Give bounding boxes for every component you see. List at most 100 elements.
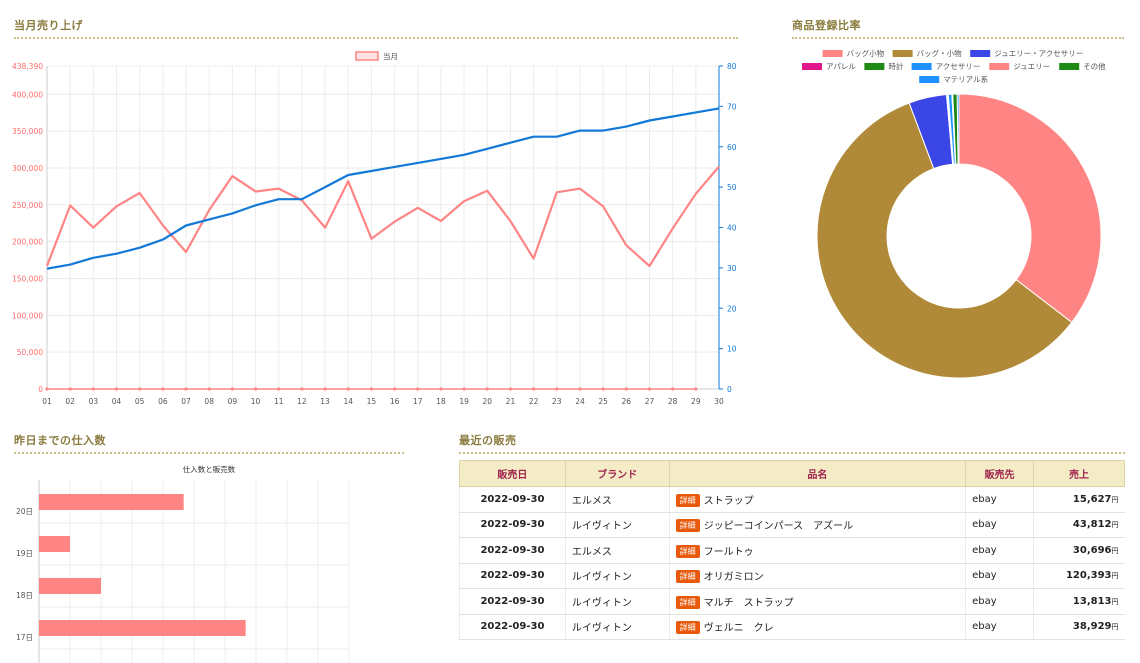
- x-tick-label: 15: [367, 397, 377, 406]
- col-header-brand[interactable]: ブランド: [564, 460, 670, 487]
- zero-line-point: [694, 387, 698, 391]
- detail-button[interactable]: 詳細: [675, 621, 700, 635]
- y-left-tick-label: 350,000: [12, 127, 43, 136]
- sale-brand: ルイヴィトン: [564, 512, 670, 538]
- purchases-chart: 仕入数と販売数 20日 19日 18日 17日: [16, 464, 350, 663]
- y-left-tick-label: 0: [38, 385, 43, 394]
- detail-button[interactable]: 詳細: [675, 519, 700, 533]
- x-tick-label: 01: [42, 397, 52, 406]
- pie-slice: [958, 93, 1102, 324]
- detail-button[interactable]: 詳細: [675, 570, 700, 584]
- zero-line-point: [277, 387, 281, 391]
- legend-label: バッグ・小物: [917, 48, 962, 58]
- x-tick-label: 10: [251, 397, 261, 406]
- zero-line-point: [416, 387, 420, 391]
- x-tick-label: 16: [390, 397, 400, 406]
- x-tick-label: 20: [483, 397, 493, 406]
- zero-line-point: [647, 387, 652, 391]
- zero-line-point: [462, 387, 466, 391]
- bar-chart-title: 仕入数と販売数: [183, 464, 236, 474]
- y-right-tick-label: 10: [727, 345, 737, 354]
- y-left-tick-label: 250,000: [12, 201, 43, 210]
- bar: [39, 578, 101, 594]
- sale-amount: 30,696円: [1033, 537, 1125, 564]
- zero-line-point: [439, 387, 443, 391]
- col-header-date[interactable]: 販売日: [459, 460, 566, 487]
- x-tick-label: 11: [274, 397, 284, 406]
- sales-line: [45, 165, 720, 268]
- x-tick-label: 23: [552, 397, 562, 406]
- product-ratio-title: 商品登録比率: [792, 17, 1124, 39]
- legend-swatch: [822, 50, 843, 57]
- recent-sales-panel: 最近の販売: [459, 432, 1125, 454]
- col-header-item[interactable]: 品名: [668, 460, 967, 487]
- x-tick-label: 04: [112, 397, 122, 406]
- purchases-title: 昨日までの仕入数: [14, 432, 404, 454]
- sale-destination: ebay: [965, 588, 1034, 615]
- zero-line-point: [138, 387, 142, 391]
- sale-brand: ルイヴィトン: [564, 588, 670, 615]
- table-row: 2022-09-30 ルイヴィトン 詳細 ジッピーコインパース アズール ebay 43,…: [459, 512, 1125, 538]
- zero-line-point: [68, 387, 72, 391]
- detail-button[interactable]: 詳細: [675, 595, 700, 609]
- legend-swatch: [989, 63, 1010, 70]
- x-tick-label: 03: [89, 397, 99, 406]
- sale-brand: エルメス: [564, 537, 670, 564]
- col-header-destination[interactable]: 販売先: [965, 460, 1035, 487]
- y-left-tick-label: 200,000: [12, 238, 43, 247]
- sale-amount-unit: 円: [1111, 623, 1119, 632]
- sale-date: 2022-09-30: [459, 563, 566, 589]
- y-left-tick-label: 300,000: [12, 164, 43, 173]
- legend-swatch: [802, 63, 822, 70]
- legend-label: アパレル: [826, 62, 856, 71]
- sale-item-name: ジッピーコインパース アズール: [703, 521, 854, 533]
- legend-label: バッグ小物: [847, 48, 885, 58]
- table-row: 2022-09-30 ルイヴィトン 詳細 オリガミロン ebay 120,393円: [459, 563, 1125, 589]
- sale-amount-value: 15,627: [1072, 493, 1112, 505]
- detail-button[interactable]: 詳細: [675, 493, 700, 507]
- col-header-amount[interactable]: 売上: [1033, 460, 1125, 487]
- sale-amount-unit: 円: [1111, 546, 1119, 555]
- table-header-row: 販売日 ブランド 品名 販売先 売上: [459, 460, 1125, 487]
- x-tick-label: 13: [320, 397, 330, 406]
- zero-line-point: [624, 387, 628, 391]
- y-right-tick-label: 60: [727, 143, 737, 152]
- sale-destination: ebay: [965, 486, 1034, 513]
- sale-amount-value: 13,813: [1072, 595, 1112, 607]
- sale-item-name: ストラップ: [703, 495, 754, 507]
- pie-slice: [956, 93, 960, 165]
- legend-label: ジュエリー・アクセサリー: [994, 49, 1083, 58]
- sale-item-name: フールトゥ: [703, 546, 754, 558]
- bar-category-label: 20日: [16, 507, 33, 516]
- sale-amount-unit: 円: [1111, 495, 1119, 504]
- zero-line-point: [45, 387, 49, 391]
- recent-sales-table-wrap: 販売日 ブランド 品名 販売先 売上 2022-09-30 エルメス 詳細 ストラップ…: [459, 460, 1125, 640]
- y-left-tick-label: 50,000: [17, 348, 43, 357]
- legend-swatch: [919, 76, 940, 83]
- y-right-tick-label: 80: [727, 62, 737, 71]
- legend-swatch: [355, 51, 379, 61]
- x-tick-label: 27: [645, 397, 655, 406]
- monthly-sales-panel: 当月売り上げ: [14, 17, 738, 39]
- y-right-tick-label: 50: [727, 183, 737, 192]
- zero-line-point: [253, 387, 258, 391]
- product-ratio-chart: バッグ小物 バッグ・小物 ジュエリー・アクセサリーアパレル 時計 アクセサリー ジュエリー…: [802, 48, 1106, 379]
- table-row: 2022-09-30 エルメス 詳細 ストラップ ebay 15,627円: [459, 486, 1125, 513]
- x-tick-label: 06: [158, 397, 168, 406]
- purchases-panel: 昨日までの仕入数: [14, 432, 404, 454]
- y-left-tick-label: 150,000: [12, 274, 43, 283]
- sale-item: 詳細 オリガミロン: [668, 563, 966, 589]
- zero-line-point: [230, 387, 234, 391]
- sale-brand: エルメス: [564, 486, 670, 513]
- sale-date: 2022-09-30: [459, 588, 566, 615]
- x-tick-label: 12: [297, 397, 307, 406]
- recent-sales-title: 最近の販売: [459, 432, 1125, 454]
- bar-category-label: 17日: [16, 633, 33, 642]
- sale-destination: ebay: [965, 537, 1034, 564]
- detail-button[interactable]: 詳細: [675, 544, 700, 558]
- sale-item: 詳細 ストラップ: [668, 486, 966, 513]
- zero-line-point: [601, 387, 605, 391]
- table-row: 2022-09-30 ルイヴィトン 詳細 マルチ ストラップ ebay 13,813円: [459, 588, 1125, 615]
- sale-destination: ebay: [965, 614, 1034, 640]
- sale-destination: ebay: [965, 563, 1034, 589]
